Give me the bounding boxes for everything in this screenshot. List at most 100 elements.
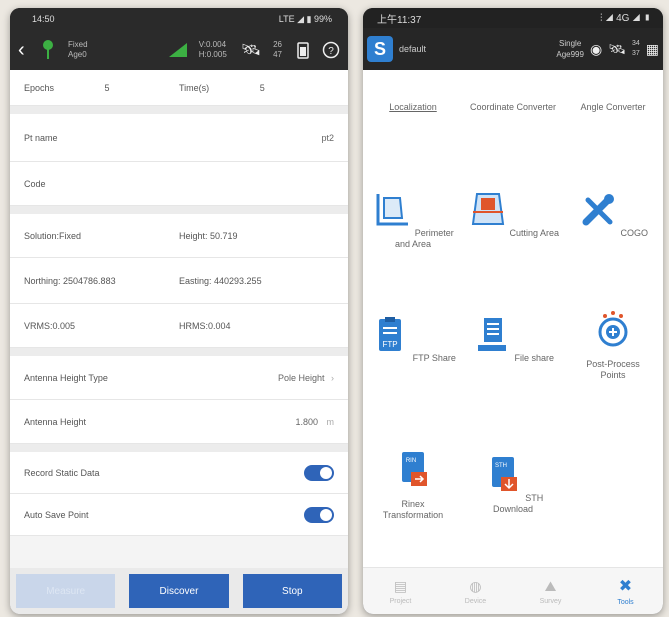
device-icon: ◍ xyxy=(469,577,482,594)
svg-text:?: ? xyxy=(328,46,334,57)
grid-icon[interactable]: ▦ xyxy=(646,41,659,58)
sat-visible: 47 xyxy=(273,50,282,59)
auto-save-label: Auto Save Point xyxy=(24,509,89,520)
status-indicators: LTE ◢ ▮ 99% xyxy=(278,13,332,24)
svg-text:STH: STH xyxy=(495,463,507,469)
file-share-icon xyxy=(477,318,506,351)
tool-rinex-transformation[interactable]: RIN Rinex Transformation xyxy=(365,450,461,521)
tool-label: Cutting Area xyxy=(509,228,560,238)
measure-button[interactable]: Measure xyxy=(16,574,116,608)
hrms-value: HRMS:0.004 xyxy=(179,320,231,331)
survey-form: Epochs 5 Time(s) 5 Pt name pt2 Code Solu… xyxy=(10,70,348,614)
epochs-field[interactable]: Epochs 5 xyxy=(24,83,179,93)
antenna-height-value-wrap: 1.800 m xyxy=(295,417,334,427)
solution-status: Single Age999 xyxy=(556,38,584,60)
discover-button[interactable]: Discover xyxy=(129,574,229,608)
tool-angle-converter[interactable]: Angle Converter xyxy=(565,76,661,113)
epochs-label: Epochs xyxy=(24,82,55,93)
northing-value: Northing: 2504786.883 xyxy=(24,275,116,286)
antenna-type-value: Pole Height xyxy=(277,372,325,383)
height-value: Height: 50.719 xyxy=(179,230,238,241)
tool-cogo[interactable]: COGO xyxy=(565,190,661,239)
tool-ftp-share[interactable]: FTP FTP Share xyxy=(365,315,461,364)
rover-icon xyxy=(43,40,53,59)
status-time: 14:50 xyxy=(32,14,55,24)
antenna-height-value: 1.800 xyxy=(295,416,318,427)
tool-label: File share xyxy=(514,353,555,363)
epochs-value: 5 xyxy=(104,82,110,93)
solution-status: Solution:Fixed xyxy=(24,230,82,241)
fix-status: Fixed Age0 xyxy=(68,40,88,60)
code-field[interactable]: Code xyxy=(10,162,348,206)
antenna-height-unit: m xyxy=(326,416,335,427)
code-label: Code xyxy=(24,178,46,189)
tools-phone: 上午11:37 ⫶ ◢ 4G ◢ ▮ S default Single Age9… xyxy=(363,8,663,614)
back-icon[interactable]: ‹ xyxy=(18,39,32,62)
status-time: 上午11:37 xyxy=(377,14,422,26)
satellite-icon: 🛰 xyxy=(240,42,262,59)
tool-label: Perimeter and Area xyxy=(394,228,454,249)
tool-label: STH Download xyxy=(492,493,544,514)
post-process-points-icon xyxy=(598,311,628,347)
status-indicators: ⫶ ◢ 4G ◢ ▮ xyxy=(600,12,651,24)
chevron-right-icon: › xyxy=(331,372,334,383)
tool-post-process-points[interactable]: Post-Process Points xyxy=(565,310,661,381)
time-label: Time(s) xyxy=(179,82,210,93)
help-icon[interactable]: ? xyxy=(322,41,340,59)
tool-label: COGO xyxy=(620,228,649,238)
signal-icon xyxy=(168,43,187,57)
rms-row: VRMS:0.005 HRMS:0.004 xyxy=(10,304,348,348)
record-static-label: Record Static Data xyxy=(24,467,100,478)
tool-file-share[interactable]: File share xyxy=(465,315,561,364)
time-value: 5 xyxy=(259,82,265,93)
status-bar: 14:50 LTE ◢ ▮ 99% xyxy=(10,8,348,30)
survey-phone: 14:50 LTE ◢ ▮ 99% ‹ Fixed Age0 V:0.004 H… xyxy=(10,8,348,614)
auto-save-toggle[interactable] xyxy=(304,506,334,523)
tool-localization[interactable]: Localization xyxy=(365,76,461,113)
antenna-type-field[interactable]: Antenna Height Type Pole Height › xyxy=(10,356,348,400)
record-static-toggle[interactable] xyxy=(304,464,334,481)
stop-button[interactable]: Stop xyxy=(242,574,342,608)
nav-survey[interactable]: ⛰ Survey xyxy=(513,568,588,614)
bottom-nav: ▤ Project ◍ Device ⛰ Survey ✖ Tools xyxy=(363,567,663,614)
svg-text:FTP: FTP xyxy=(383,340,398,349)
cogo-icon xyxy=(582,194,614,226)
nav-label: Tools xyxy=(617,599,634,606)
precision-values: V:0.004 H:0.005 xyxy=(199,40,227,60)
tool-label: Coordinate Converter xyxy=(469,102,557,112)
nav-tools[interactable]: ✖ Tools xyxy=(588,568,663,614)
age-label: Age999 xyxy=(556,50,584,59)
satellite-count: 34 37 xyxy=(632,39,640,59)
nav-label: Survey xyxy=(539,597,562,605)
easting-value: Easting: 440293.255 xyxy=(179,275,262,286)
nav-label: Device xyxy=(464,597,487,605)
satellite-icon: 🛰 xyxy=(608,40,626,57)
vrms-value: VRMS:0.005 xyxy=(24,320,76,331)
tool-perimeter-area[interactable]: Perimeter and Area xyxy=(365,190,461,250)
pt-name-field[interactable]: Pt name pt2 xyxy=(10,114,348,162)
survey-header: ‹ Fixed Age0 V:0.004 H:0.005 🛰 26 47 ? xyxy=(10,30,348,70)
project-name: default xyxy=(399,44,427,54)
nav-device[interactable]: ◍ Device xyxy=(438,568,513,614)
tools-icon: ✖ xyxy=(618,578,633,595)
antenna-height-field[interactable]: Antenna Height 1.800 m xyxy=(10,400,348,444)
fix-label: Fixed xyxy=(68,40,88,49)
record-static-row: Record Static Data xyxy=(10,452,348,494)
tool-label: FTP Share xyxy=(412,353,456,363)
action-bar: Measure Discover Stop xyxy=(10,568,348,614)
cutting-area-icon xyxy=(471,193,505,225)
battery-icon xyxy=(297,42,309,59)
antenna-type-value-wrap: Pole Height › xyxy=(278,373,334,383)
status-bar: 上午11:37 ⫶ ◢ 4G ◢ ▮ xyxy=(363,8,663,28)
tool-sth-download[interactable]: STH STH Download xyxy=(465,455,561,515)
time-field[interactable]: Time(s) 5 xyxy=(179,83,334,93)
survey-icon: ⛰ xyxy=(544,577,557,594)
auto-save-row: Auto Save Point xyxy=(10,494,348,536)
nav-project[interactable]: ▤ Project xyxy=(363,568,438,614)
tool-cutting-area[interactable]: Cutting Area xyxy=(465,190,561,239)
perimeter-area-icon xyxy=(376,194,409,226)
solution-row: Solution:Fixed Height: 50.719 xyxy=(10,214,348,258)
sat-used: 26 xyxy=(273,40,282,49)
tool-coordinate-converter[interactable]: Coordinate Converter xyxy=(465,62,561,113)
pt-name-value: pt2 xyxy=(321,132,334,143)
